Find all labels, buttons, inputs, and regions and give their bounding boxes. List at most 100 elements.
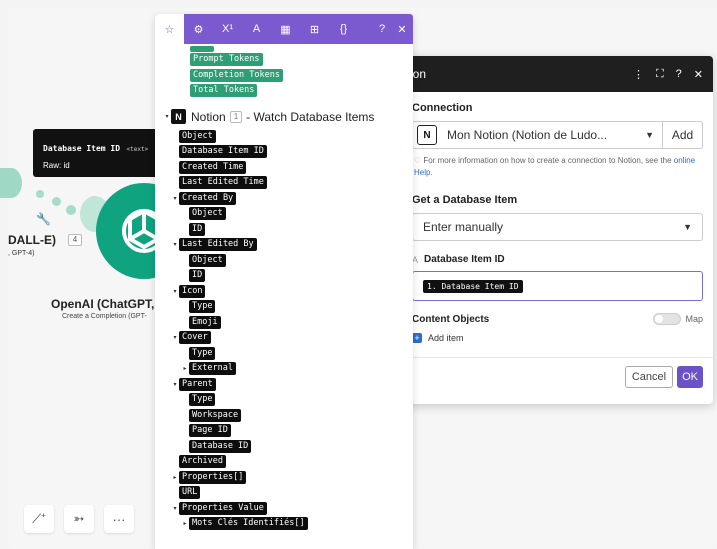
connector-dot: [36, 190, 44, 198]
cancel-button[interactable]: Cancel: [624, 366, 674, 388]
more-icon[interactable]: ···: [104, 505, 134, 533]
star-icon[interactable]: ☆: [155, 14, 184, 44]
help-icon[interactable]: ?: [676, 68, 682, 81]
add-item-button[interactable]: + Add item: [412, 333, 703, 343]
field-token[interactable]: Archived: [179, 455, 226, 469]
close-icon[interactable]: ✕: [391, 14, 413, 44]
add-connection-button[interactable]: Add: [663, 121, 703, 149]
field-token[interactable]: Type: [189, 300, 216, 314]
mapping-panel: ☆ ⚙ X¹ A ▦ ⊞ {} ? ✕ Prompt Tokens Comple…: [155, 14, 413, 549]
expand-arrow-icon[interactable]: ▸: [181, 520, 189, 527]
calendar-icon[interactable]: ▦: [271, 14, 300, 44]
close-icon[interactable]: ✕: [694, 68, 703, 81]
notion-module-desc: - Watch Database Items: [246, 109, 375, 124]
field-token[interactable]: Object: [189, 207, 226, 221]
bottom-toolbar: ⟋⁺ ➳ ···: [24, 505, 134, 533]
mapping-tree: Prompt Tokens Completion Tokens Total To…: [155, 44, 413, 532]
tree-row: Database ID: [155, 439, 413, 455]
tree-row: ▾ Created By: [155, 191, 413, 207]
help-icon[interactable]: ?: [373, 14, 391, 44]
field-token[interactable]: Type: [189, 393, 216, 407]
superscript-icon[interactable]: X¹: [213, 14, 242, 44]
gear-icon[interactable]: ⚙: [184, 14, 213, 44]
magic-wand-icon[interactable]: ⟋⁺: [24, 505, 54, 533]
collapse-arrow-icon[interactable]: ▾: [171, 381, 179, 388]
text-icon[interactable]: A: [242, 14, 271, 44]
field-token[interactable]: ID: [189, 269, 206, 283]
field-token[interactable]: Emoji: [189, 315, 221, 329]
field-token[interactable]: Created By: [179, 191, 237, 205]
module-settings-panel: ion ⋮ ⛶ ? ✕ Connection N Mon Notion (Not…: [400, 56, 713, 404]
openai-module-subtitle: Create a Completion (GPT-: [62, 313, 147, 320]
expand-arrow-icon[interactable]: ▸: [181, 365, 189, 372]
database-item-id-input[interactable]: 1. Database Item ID: [412, 271, 703, 301]
notion-module-group[interactable]: ▾ N Notion 1 - Watch Database Items: [155, 104, 413, 130]
field-token[interactable]: Created Time: [179, 160, 247, 174]
field-token[interactable]: Database Item ID: [179, 145, 267, 159]
connection-select[interactable]: N Mon Notion (Notion de Ludo... ▼: [412, 121, 663, 149]
chevron-down-icon: ▼: [683, 222, 692, 232]
tree-row: Type: [155, 346, 413, 362]
field-token[interactable]: Parent: [179, 377, 216, 391]
field-token[interactable]: Object: [179, 129, 216, 143]
get-item-label: Get a Database Item: [412, 194, 518, 206]
field-token[interactable]: Properties Value: [179, 501, 267, 515]
token-item[interactable]: Prompt Tokens: [190, 53, 263, 67]
token-item[interactable]: Completion Tokens: [190, 68, 283, 82]
expand-arrow-icon[interactable]: ▸: [171, 474, 179, 481]
ok-button[interactable]: OK: [677, 366, 703, 388]
tree-row: Emoji: [155, 315, 413, 331]
notion-fields: Object Database Item ID Created Time Last E…: [155, 129, 413, 532]
tree-row: Object: [155, 253, 413, 269]
field-token[interactable]: Database ID: [189, 439, 252, 453]
content-objects-label: Content Objects: [412, 313, 490, 325]
field-token[interactable]: Icon: [179, 284, 206, 298]
tree-row: ID: [155, 268, 413, 284]
lightbulb-icon: ♡: [414, 156, 422, 165]
collapse-arrow-icon[interactable]: ▾: [163, 113, 171, 120]
tree-row: Archived: [155, 454, 413, 470]
field-token[interactable]: Object: [189, 253, 226, 267]
field-token[interactable]: Workspace: [189, 408, 242, 422]
get-item-select[interactable]: Enter manually ▼: [412, 213, 703, 241]
field-token[interactable]: Properties[]: [179, 470, 247, 484]
mapped-value-pill[interactable]: 1. Database Item ID: [423, 279, 523, 293]
collapse-arrow-icon[interactable]: ▾: [171, 241, 179, 248]
collapse-arrow-icon[interactable]: ▾: [171, 505, 179, 512]
field-token[interactable]: Cover: [179, 331, 211, 345]
connector-dot: [52, 197, 61, 206]
field-token[interactable]: Mots Clés Identifiés[]: [189, 517, 308, 531]
field-token[interactable]: Page ID: [189, 424, 231, 438]
collapse-arrow-icon[interactable]: ▾: [171, 288, 179, 295]
plane-icon[interactable]: ➳: [64, 505, 94, 533]
field-token[interactable]: URL: [179, 486, 201, 500]
collapse-arrow-icon[interactable]: ▾: [171, 334, 179, 341]
tree-row: ▸ Mots Clés Identifiés[]: [155, 516, 413, 532]
expand-icon[interactable]: ⛶: [656, 68, 664, 81]
module-number-badge: 4: [68, 234, 82, 246]
field-token[interactable]: ID: [189, 222, 206, 236]
token-item[interactable]: Total Tokens: [190, 84, 258, 98]
tree-row: ▸ Properties[]: [155, 470, 413, 486]
module-number-badge: 1: [229, 110, 243, 123]
tooltip-type: <text>: [126, 146, 149, 153]
help-suffix: .: [430, 168, 433, 177]
table-icon[interactable]: ⊞: [300, 14, 329, 44]
tree-row: URL: [155, 485, 413, 501]
kebab-menu-icon[interactable]: ⋮: [633, 68, 644, 81]
connection-help: ♡ For more information on how to create …: [412, 155, 703, 179]
braces-icon[interactable]: {}: [329, 14, 358, 44]
field-token[interactable]: Last Edited Time: [179, 176, 267, 190]
field-token[interactable]: Type: [189, 346, 216, 360]
map-toggle[interactable]: [653, 313, 682, 325]
collapse-arrow-icon[interactable]: ▾: [171, 195, 179, 202]
field-token[interactable]: Last Edited By: [179, 238, 257, 252]
tree-row: Object: [155, 206, 413, 222]
tree-row: ▸ External: [155, 361, 413, 377]
connection-label: Connection: [412, 102, 473, 114]
wrench-icon[interactable]: 🔧: [36, 212, 51, 226]
connector-dot: [66, 205, 76, 215]
field-token[interactable]: External: [189, 362, 236, 376]
database-item-id-label: Database Item ID: [424, 254, 505, 265]
tooltip-title: Database Item ID: [43, 144, 121, 153]
